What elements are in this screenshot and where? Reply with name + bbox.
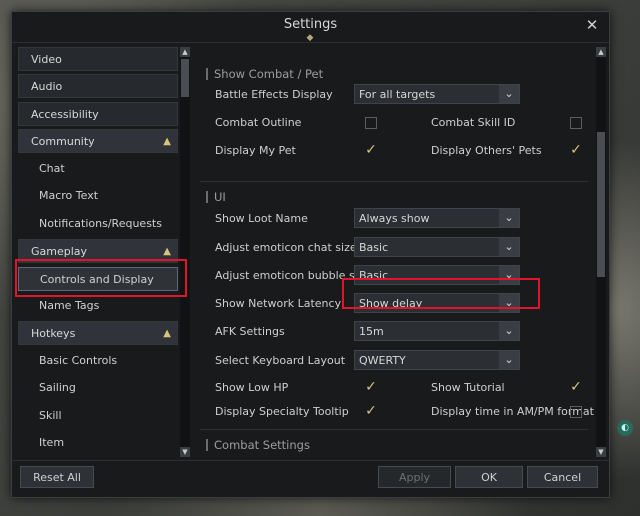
dropdown-value: Always show <box>359 212 430 225</box>
combat-outline-checkbox[interactable] <box>365 117 377 129</box>
section-combat-settings: Combat Settings <box>200 429 588 456</box>
sidebar-item-label: Sailing <box>39 381 76 394</box>
section-title: UI <box>214 190 226 204</box>
combat-skill-id-label: Combat Skill ID <box>431 116 516 129</box>
display-my-pet-checkbox[interactable]: ✓ <box>364 143 378 158</box>
sidebar-category-community[interactable]: Community ▲ <box>18 129 178 153</box>
chevron-up-icon: ▲ <box>163 136 171 147</box>
sidebar-item-label: Gameplay <box>31 245 88 258</box>
sidebar-item-label: Community <box>31 135 95 148</box>
battle-effects-label: Battle Effects Display <box>215 88 333 101</box>
chevron-down-icon: ⌄ <box>499 209 519 227</box>
sidebar-item-name-tags[interactable]: Name Tags <box>18 294 178 318</box>
specialty-tooltip-label: Display Specialty Tooltip <box>215 405 349 418</box>
highlight-controls-and-display <box>15 259 187 297</box>
chevron-down-icon: ⌄ <box>499 322 519 340</box>
specialty-tooltip-checkbox[interactable]: ✓ <box>364 404 378 419</box>
sidebar-item-audio[interactable]: Audio <box>18 74 178 98</box>
scroll-up-icon[interactable]: ▲ <box>180 47 190 57</box>
title-ornament-icon: ◆ <box>306 33 314 43</box>
afk-settings-label: AFK Settings <box>215 325 285 338</box>
chevron-up-icon: ▲ <box>163 328 171 339</box>
section-ui: UI <box>200 181 588 208</box>
display-others-pets-checkbox[interactable]: ✓ <box>569 143 583 158</box>
sidebar-item-label: Hotkeys <box>31 327 76 340</box>
sidebar-item-label: Accessibility <box>31 108 99 121</box>
show-low-hp-label: Show Low HP <box>215 381 289 394</box>
network-latency-label: Show Network Latency <box>215 297 342 310</box>
scroll-down-icon[interactable]: ▼ <box>180 447 190 457</box>
sidebar-item-label: Item <box>39 436 65 449</box>
section-combat-pet: Show Combat / Pet <box>200 59 588 85</box>
chevron-down-icon: ⌄ <box>499 85 519 103</box>
emoticon-chat-size-dropdown[interactable]: Basic ⌄ <box>354 237 520 257</box>
scroll-up-icon[interactable]: ▲ <box>596 47 606 57</box>
settings-window: Settings ◆ ✕ Video Audio Accessibility C… <box>11 11 610 498</box>
dropdown-value: QWERTY <box>359 354 406 367</box>
dropdown-value: Basic <box>359 241 389 254</box>
battle-effects-dropdown[interactable]: For all targets ⌄ <box>354 84 520 104</box>
sidebar-item-video[interactable]: Video <box>18 47 178 71</box>
section-marker <box>206 439 208 451</box>
combat-skill-id-checkbox[interactable] <box>570 117 582 129</box>
display-my-pet-label: Display My Pet <box>215 144 296 157</box>
sidebar-item-label: Basic Controls <box>39 354 118 367</box>
sidebar-item-label: Macro Text <box>39 189 99 202</box>
combat-outline-label: Combat Outline <box>215 116 302 129</box>
show-tutorial-checkbox[interactable]: ✓ <box>569 380 583 395</box>
dropdown-value: For all targets <box>359 88 436 101</box>
content-scroll-thumb[interactable] <box>597 132 605 277</box>
compass-icon: ◐ <box>617 420 633 436</box>
show-loot-name-label: Show Loot Name <box>215 212 308 225</box>
ok-button[interactable]: OK <box>455 466 523 488</box>
window-title: Settings <box>283 17 338 32</box>
section-marker <box>206 68 208 80</box>
sidebar-scroll-thumb[interactable] <box>181 59 189 97</box>
show-low-hp-checkbox[interactable]: ✓ <box>364 380 378 395</box>
sidebar-item-basic-controls[interactable]: Basic Controls <box>18 349 178 373</box>
keyboard-layout-dropdown[interactable]: QWERTY ⌄ <box>354 350 520 370</box>
scroll-down-icon[interactable]: ▼ <box>596 447 606 457</box>
time-ampm-checkbox[interactable] <box>570 406 582 418</box>
section-marker <box>206 191 208 203</box>
cancel-button[interactable]: Cancel <box>527 466 598 488</box>
settings-content: Show Combat / Pet Battle Effects Display… <box>200 47 596 457</box>
highlight-network-latency <box>342 278 540 309</box>
titlebar: Settings ◆ ✕ <box>12 12 609 43</box>
chevron-down-icon: ⌄ <box>499 238 519 256</box>
sidebar-item-macro-text[interactable]: Macro Text <box>18 184 178 208</box>
reset-all-button[interactable]: Reset All <box>20 466 94 488</box>
sidebar-item-label: Video <box>31 53 62 66</box>
sidebar-item-notifications[interactable]: Notifications/Requests <box>18 212 178 236</box>
apply-button[interactable]: Apply <box>378 466 451 488</box>
section-title: Show Combat / Pet <box>214 67 324 81</box>
emoticon-chat-size-label: Adjust emoticon chat size <box>215 241 357 254</box>
sidebar-item-label: Notifications/Requests <box>39 217 162 230</box>
sidebar-item-accessibility[interactable]: Accessibility <box>18 102 178 126</box>
chevron-down-icon: ⌄ <box>499 351 519 369</box>
sidebar-item-item[interactable]: Item <box>18 431 178 455</box>
dropdown-value: 15m <box>359 325 384 338</box>
close-icon[interactable]: ✕ <box>583 16 601 34</box>
sidebar: Video Audio Accessibility Community ▲ Cha… <box>18 47 184 457</box>
sidebar-item-chat[interactable]: Chat <box>18 157 178 181</box>
footer-bar: Reset All Apply OK Cancel <box>12 460 609 498</box>
sidebar-item-label: Name Tags <box>39 299 100 312</box>
sidebar-item-label: Skill <box>39 409 62 422</box>
show-loot-name-dropdown[interactable]: Always show ⌄ <box>354 208 520 228</box>
show-tutorial-label: Show Tutorial <box>431 381 505 394</box>
section-title: Combat Settings <box>214 438 310 452</box>
content-scrollbar[interactable]: ▲ ▼ <box>596 47 606 457</box>
sidebar-item-sailing[interactable]: Sailing <box>18 376 178 400</box>
sidebar-category-hotkeys[interactable]: Hotkeys ▲ <box>18 321 178 345</box>
sidebar-item-label: Chat <box>39 162 65 175</box>
afk-settings-dropdown[interactable]: 15m ⌄ <box>354 321 520 341</box>
sidebar-scrollbar[interactable]: ▲ ▼ <box>180 47 190 457</box>
keyboard-layout-label: Select Keyboard Layout <box>215 354 346 367</box>
sidebar-item-label: Audio <box>31 80 63 93</box>
sidebar-item-skill[interactable]: Skill <box>18 404 178 428</box>
display-others-pets-label: Display Others' Pets <box>431 144 542 157</box>
